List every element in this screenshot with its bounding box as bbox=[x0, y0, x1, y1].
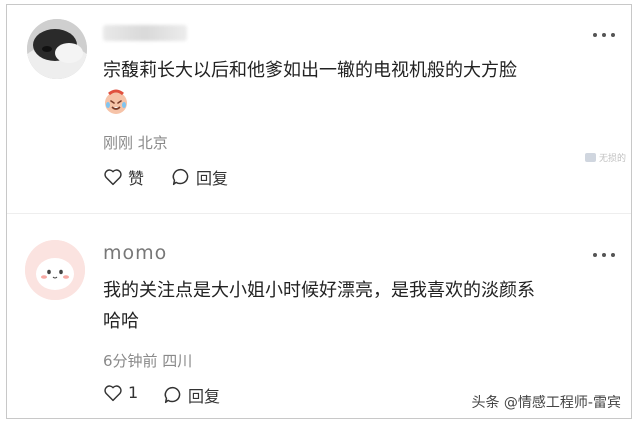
reply-button[interactable]: 回复 bbox=[171, 165, 228, 189]
comment-icon bbox=[164, 386, 181, 404]
username[interactable]: momo bbox=[103, 242, 167, 264]
heart-icon bbox=[104, 384, 122, 401]
reply-label: 回复 bbox=[188, 387, 221, 406]
comment-meta: 刚刚 北京 bbox=[103, 134, 168, 152]
reply-label: 回复 bbox=[196, 169, 229, 188]
like-button[interactable]: 赞 bbox=[103, 165, 144, 189]
like-button[interactable]: 1 bbox=[103, 383, 138, 402]
comment-meta: 6分钟前 四川 bbox=[103, 352, 193, 370]
heart-icon bbox=[104, 169, 122, 186]
username-blurred bbox=[103, 25, 187, 41]
more-icon[interactable] bbox=[593, 33, 615, 39]
comment-panel: 宗馥莉长大以后和他爹如出一辙的电视机般的大方脸 刚刚 北京 赞 回复 无损的 m… bbox=[6, 4, 632, 419]
more-icon[interactable] bbox=[593, 253, 615, 259]
watermark: 头条 @情感工程师-雷宾 bbox=[471, 395, 621, 411]
avatar[interactable] bbox=[25, 240, 85, 300]
comment-icon bbox=[172, 168, 189, 186]
reply-button[interactable]: 回复 bbox=[163, 383, 220, 407]
crying-laughing-emoji-icon bbox=[103, 89, 129, 115]
avatar[interactable] bbox=[27, 19, 87, 79]
like-count: 1 bbox=[128, 383, 139, 402]
divider bbox=[7, 213, 631, 214]
watermark-top: 无损的 bbox=[585, 151, 626, 164]
comment-text-line-1: 我的关注点是大小姐小时候好漂亮，是我喜欢的淡颜系 bbox=[103, 280, 535, 301]
like-label: 赞 bbox=[128, 169, 145, 188]
comment-text: 宗馥莉长大以后和他爹如出一辙的电视机般的大方脸 bbox=[103, 60, 517, 81]
comment-text-line-2: 哈哈 bbox=[103, 311, 139, 332]
